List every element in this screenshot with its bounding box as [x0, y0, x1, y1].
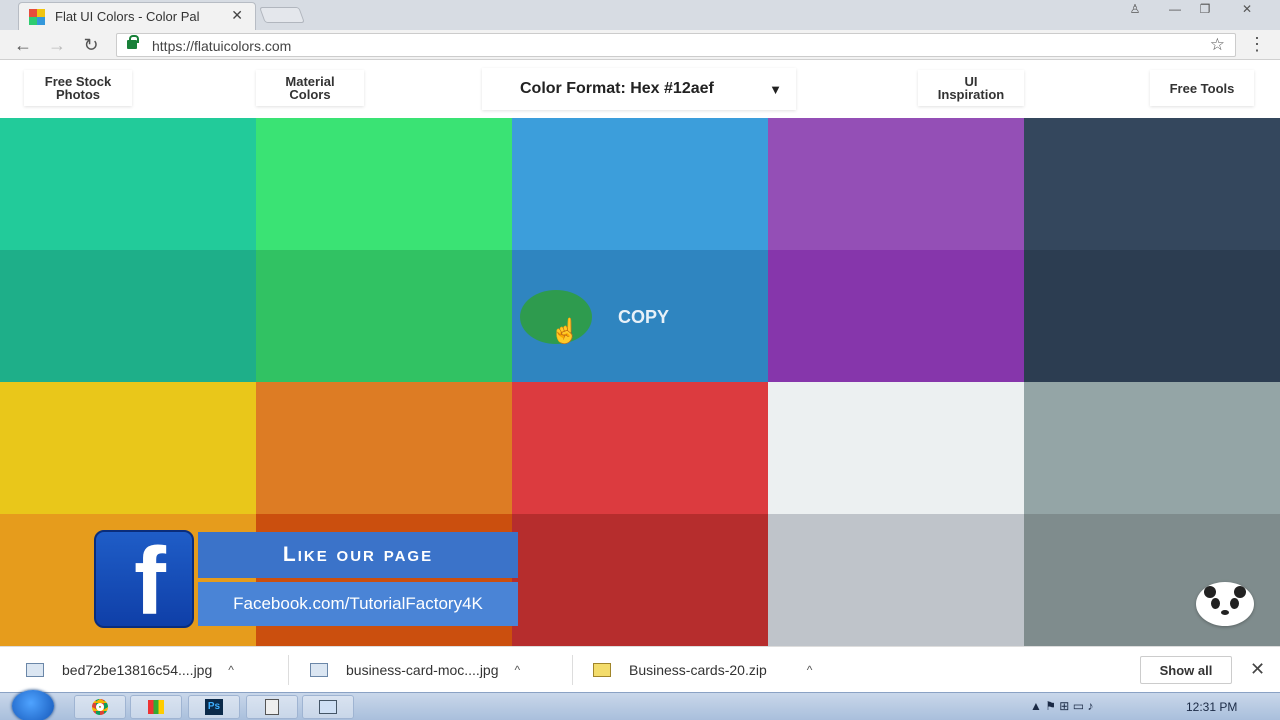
chrome-taskbar-icon[interactable]	[74, 695, 126, 719]
photoshop-taskbar-icon[interactable]: Ps	[188, 695, 240, 719]
color-swatch[interactable]	[1024, 382, 1280, 514]
lock-icon	[127, 35, 139, 49]
download-filename: Business-cards-20.zip	[629, 662, 767, 678]
facebook-url-banner: Facebook.com/TutorialFactory4K	[198, 582, 518, 626]
download-item[interactable]: bed72be13816c54....jpg ^	[26, 647, 234, 693]
address-bar[interactable]: https://flatuicolors.com ☆	[116, 33, 1236, 57]
color-swatch[interactable]	[0, 118, 256, 250]
browser-toolbar: ← → ↻ https://flatuicolors.com ☆ ⋮	[0, 30, 1280, 60]
image-file-icon	[310, 663, 328, 677]
facebook-logo-icon: f	[94, 528, 194, 635]
hand-cursor-icon: ☝	[550, 318, 580, 345]
nav-label-line: Colors	[289, 87, 331, 102]
download-filename: bed72be13816c54....jpg	[62, 662, 213, 678]
color-format-dropdown[interactable]: Color Format: Hex #12aef ▼	[482, 68, 796, 110]
show-all-button[interactable]: Show all	[1140, 656, 1232, 684]
start-button-icon[interactable]	[12, 690, 54, 720]
nav-free-tools[interactable]: Free Tools	[1150, 70, 1254, 106]
new-tab-button[interactable]	[259, 7, 305, 23]
color-swatch[interactable]	[256, 250, 512, 382]
browser-menu-icon[interactable]: ⋮	[1248, 34, 1266, 55]
bookmark-star-icon[interactable]: ☆	[1210, 35, 1225, 55]
app-taskbar-icon[interactable]	[130, 695, 182, 719]
chevron-up-icon[interactable]: ^	[228, 663, 234, 677]
color-swatch[interactable]	[1024, 118, 1280, 250]
image-file-icon	[26, 663, 44, 677]
photoshop-label: Ps	[205, 699, 223, 715]
windows-taskbar: Ps ▲ ⚑ ⊞ ▭ ♪ 12:31 PM	[0, 690, 1280, 720]
restore-icon[interactable]: ❐	[1192, 2, 1218, 18]
close-tab-icon[interactable]: ✕	[231, 7, 243, 24]
browser-tab-strip: Flat UI Colors - Color Pal ✕ ♙ — ❐ ✕	[0, 0, 1280, 30]
clock: 12:31 PM	[1186, 700, 1238, 714]
zip-file-icon	[593, 663, 611, 677]
chevron-up-icon[interactable]: ^	[515, 663, 521, 677]
nav-free-stock-photos[interactable]: Free Stock Photos	[24, 70, 132, 106]
color-swatch[interactable]	[768, 250, 1024, 382]
color-format-label: Color Format: Hex #12aef	[520, 80, 714, 97]
back-arrow-icon[interactable]: ←	[12, 34, 34, 56]
browser-tab[interactable]: Flat UI Colors - Color Pal ✕	[18, 2, 256, 30]
downloads-shelf: bed72be13816c54....jpg ^ business-card-m…	[0, 646, 1280, 692]
window-taskbar-icon[interactable]	[302, 695, 354, 719]
like-our-page-banner: Like our page	[198, 532, 518, 578]
color-swatch[interactable]	[1024, 250, 1280, 382]
calculator-taskbar-icon[interactable]	[246, 695, 298, 719]
panda-icon[interactable]	[1196, 582, 1254, 626]
tab-title: Flat UI Colors - Color Pal	[55, 9, 200, 24]
download-item[interactable]: Business-cards-20.zip ^	[593, 647, 812, 693]
color-swatch[interactable]	[256, 118, 512, 250]
divider	[288, 655, 289, 685]
download-item[interactable]: business-card-moc....jpg ^	[310, 647, 520, 693]
nav-material-colors[interactable]: Material Colors	[256, 70, 364, 106]
divider	[572, 655, 573, 685]
color-swatch[interactable]	[256, 382, 512, 514]
facebook-logo-letter: f	[134, 528, 166, 635]
reload-icon[interactable]: ↻	[80, 34, 102, 56]
nav-ui-inspiration[interactable]: UI Inspiration	[918, 70, 1024, 106]
flat-ui-favicon-icon	[29, 9, 45, 25]
url-text: https://flatuicolors.com	[152, 38, 292, 54]
download-filename: business-card-moc....jpg	[346, 662, 499, 678]
color-swatch[interactable]	[768, 514, 1024, 646]
nav-label-line: Photos	[55, 87, 101, 102]
forward-arrow-icon[interactable]: →	[46, 34, 68, 56]
color-swatch[interactable]	[512, 382, 768, 514]
close-window-icon[interactable]: ✕	[1234, 2, 1260, 18]
caret-down-icon: ▼	[769, 82, 782, 97]
site-navigation: Free Stock Photos Material Colors Color …	[0, 60, 1280, 118]
color-swatch[interactable]	[1024, 514, 1280, 646]
color-swatch[interactable]	[512, 118, 768, 250]
user-icon[interactable]: ♙	[1122, 2, 1148, 18]
nav-label-line: Inspiration	[937, 87, 1005, 102]
color-swatch[interactable]	[0, 382, 256, 514]
close-shelf-icon[interactable]: ✕	[1250, 659, 1265, 680]
color-swatch[interactable]	[768, 118, 1024, 250]
system-tray-icons[interactable]: ▲ ⚑ ⊞ ▭ ♪	[1030, 699, 1093, 713]
color-swatch[interactable]	[512, 514, 768, 646]
minimize-icon[interactable]: —	[1162, 2, 1188, 18]
color-swatch[interactable]	[768, 382, 1024, 514]
chevron-up-icon[interactable]: ^	[807, 663, 813, 677]
color-swatch[interactable]	[0, 250, 256, 382]
nav-label: Free Tools	[1169, 80, 1235, 96]
copy-label[interactable]: COPY	[618, 307, 669, 328]
